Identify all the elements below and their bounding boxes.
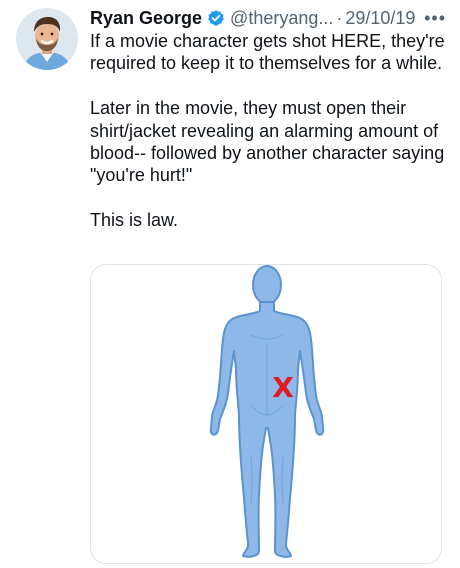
- tweet-media[interactable]: X: [90, 264, 442, 564]
- tweet-paragraph: This is law.: [90, 210, 179, 231]
- avatar-photo: [16, 8, 78, 70]
- tweet-header: Ryan George @theryang... · 29/10/19 •••: [90, 6, 446, 30]
- tweet-text: If a movie character gets shot HERE, the…: [90, 30, 446, 254]
- separator-dot: ·: [336, 8, 343, 28]
- avatar[interactable]: [16, 8, 78, 70]
- wound-marker-x: X: [272, 371, 294, 404]
- tweet-paragraph: Later in the movie, they must open their…: [90, 98, 445, 186]
- tweet-date[interactable]: 29/10/19: [345, 6, 415, 30]
- tweet[interactable]: Ryan George @theryang... · 29/10/19 ••• …: [0, 0, 460, 568]
- tweet-paragraph: If a movie character gets shot HERE, the…: [90, 31, 445, 74]
- human-body-figure: X: [209, 265, 325, 558]
- display-name[interactable]: Ryan George: [90, 6, 202, 30]
- verified-badge-icon: [207, 9, 225, 27]
- user-handle[interactable]: @theryang...: [230, 6, 333, 30]
- more-horizontal-icon[interactable]: •••: [424, 6, 446, 30]
